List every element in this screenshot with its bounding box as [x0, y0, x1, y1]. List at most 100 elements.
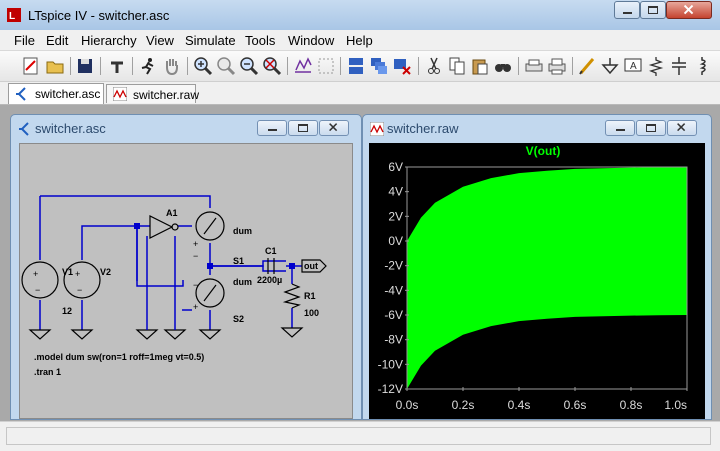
a1-label: A1 [166, 208, 178, 218]
capacitor-icon[interactable] [668, 55, 690, 77]
menu-bar: File Edit Hierarchy View Simulate Tools … [0, 30, 720, 51]
y-tick-label: -12V [378, 382, 403, 396]
pan-icon[interactable] [215, 55, 237, 77]
v1-label: V1 [62, 267, 73, 277]
new-schematic-icon[interactable] [20, 55, 42, 77]
maximize-button[interactable] [288, 120, 318, 136]
svg-text:+: + [33, 269, 38, 279]
waveform-icon [370, 122, 384, 136]
y-tick-label: -8V [384, 333, 403, 347]
menu-hierarchy[interactable]: Hierarchy [81, 33, 137, 48]
c1-value: 2200µ [257, 275, 282, 285]
toolbar: A [0, 51, 720, 82]
svg-text:+: + [193, 239, 198, 249]
ground-icon[interactable] [599, 55, 621, 77]
toolbar-separator [572, 57, 573, 75]
tile-horizontal-icon[interactable] [345, 55, 367, 77]
y-tick-label: 0V [388, 234, 403, 248]
tran-directive: .tran 1 [34, 367, 61, 377]
maximize-button[interactable] [640, 1, 666, 19]
halt-hand-icon[interactable] [161, 55, 183, 77]
grid-icon[interactable] [315, 55, 337, 77]
tab-switcher-asc[interactable]: switcher.asc [8, 83, 104, 104]
x-tick-label: 0.0s [396, 398, 419, 412]
paste-icon[interactable] [469, 55, 491, 77]
plot-pane[interactable]: V(out) 6V 4V 2V 0V -2V -4V -6V -8V -10V -12V 0.0s… [369, 143, 705, 419]
menu-file[interactable]: File [14, 33, 35, 48]
y-tick-label: 2V [388, 209, 403, 223]
out-net-label: out [304, 261, 318, 271]
copy-icon[interactable] [446, 55, 468, 77]
waveform-window: switcher.raw V(out) 6V 4V 2V 0V -2V -4V -6V -8V… [362, 114, 712, 420]
svg-text:−: − [193, 251, 198, 261]
y-tick-label: -6V [384, 308, 403, 322]
tab-switcher-raw[interactable]: switcher.raw [106, 84, 199, 103]
waveform-window-title: switcher.raw [387, 121, 459, 136]
draw-wire-icon[interactable] [576, 55, 598, 77]
cascade-icon[interactable] [368, 55, 390, 77]
svg-text:A: A [630, 61, 637, 72]
svg-text:−: − [193, 280, 198, 290]
minimize-button[interactable] [605, 120, 635, 136]
toolbar-separator [418, 57, 419, 75]
toolbar-separator [100, 57, 101, 75]
run-icon[interactable] [137, 55, 159, 77]
print-icon[interactable] [546, 55, 568, 77]
ltspice-icon: L [7, 8, 21, 22]
x-tick-label: 0.6s [564, 398, 587, 412]
svg-text:+: + [193, 302, 198, 312]
zoom-out-icon[interactable] [238, 55, 260, 77]
s2-model: dum [233, 277, 252, 287]
menu-tools[interactable]: Tools [245, 33, 275, 48]
title-bar: L LTspice IV - switcher.asc [0, 0, 720, 31]
menu-edit[interactable]: Edit [46, 33, 68, 48]
document-tabs: switcher.asc switcher.raw [0, 82, 720, 105]
resistor-icon[interactable] [645, 55, 667, 77]
status-text-box [6, 427, 711, 445]
svg-text:L: L [9, 11, 15, 22]
schematic-icon [16, 87, 26, 101]
svg-text:−: − [35, 285, 40, 295]
minimize-button[interactable] [614, 1, 640, 19]
minimize-button[interactable] [257, 120, 287, 136]
find-icon[interactable] [492, 55, 514, 77]
menu-window[interactable]: Window [288, 33, 334, 48]
close-all-icon[interactable] [391, 55, 413, 77]
trace-envelope-0 [407, 167, 687, 389]
control-panel-icon[interactable] [106, 55, 128, 77]
y-tick-label: 4V [388, 185, 403, 199]
cut-icon[interactable] [423, 55, 445, 77]
open-folder-icon[interactable] [44, 55, 66, 77]
y-tick-label: -2V [384, 259, 403, 273]
label-net-icon[interactable]: A [622, 55, 644, 77]
schematic-icon [19, 122, 29, 136]
close-button[interactable] [667, 120, 697, 136]
waveform-icon [113, 87, 127, 101]
save-icon[interactable] [74, 55, 96, 77]
toolbar-separator [287, 57, 288, 75]
schematic-drawing: + − + − + − − + V1 V2 12 A1 dum S1 dum S… [21, 195, 327, 377]
autorange-icon[interactable] [292, 55, 314, 77]
inductor-icon[interactable] [691, 55, 713, 77]
zoom-in-icon[interactable] [192, 55, 214, 77]
toolbar-separator [518, 57, 519, 75]
schematic-canvas[interactable]: + − + − + − − + V1 V2 12 A1 dum S1 dum S… [19, 143, 353, 419]
close-icon [683, 4, 694, 15]
close-button[interactable] [666, 1, 712, 19]
y-tick-label: 6V [388, 160, 403, 174]
close-icon [677, 123, 686, 132]
menu-view[interactable]: View [146, 33, 174, 48]
zoom-fit-icon[interactable] [261, 55, 283, 77]
menu-help[interactable]: Help [346, 33, 373, 48]
v2-label: V2 [100, 267, 111, 277]
maximize-button[interactable] [636, 120, 666, 136]
schematic-window: switcher.asc + − + − + − − + V1 V2 12 A1… [10, 114, 362, 420]
x-tick-label: 0.4s [508, 398, 531, 412]
print-setup-icon[interactable] [523, 55, 545, 77]
x-tick-label: 0.2s [452, 398, 475, 412]
menu-simulate[interactable]: Simulate [185, 33, 236, 48]
v1-value: 12 [62, 306, 72, 316]
plot-canvas: V(out) 6V 4V 2V 0V -2V -4V -6V -8V -10V -12V 0.0s… [378, 144, 688, 412]
close-button[interactable] [319, 120, 349, 136]
r1-label: R1 [304, 291, 316, 301]
